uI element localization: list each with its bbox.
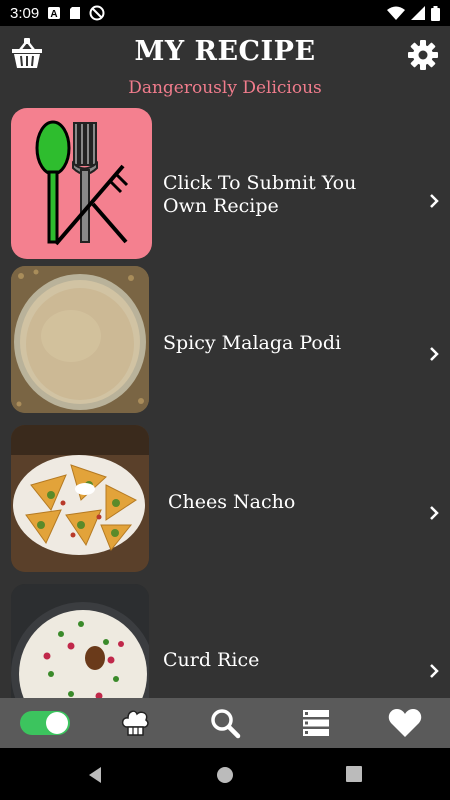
- recipe-label: Chees Nacho: [168, 491, 296, 513]
- cell-signal-icon: [411, 6, 425, 20]
- list-icon: [303, 710, 329, 736]
- gear-icon: [408, 40, 438, 70]
- chevron-right-icon: [430, 347, 439, 361]
- bottom-nav: [0, 698, 450, 748]
- recipe-item[interactable]: Spicy Malaga Podi: [0, 266, 450, 418]
- recipe-label: Click To Submit You Own Recipe: [163, 172, 357, 217]
- settings-button[interactable]: [406, 38, 440, 72]
- recipe-label: Spicy Malaga Podi: [163, 332, 342, 354]
- recipe-thumb: [11, 108, 152, 259]
- recipe-list[interactable]: Click To Submit You Own Recipe Spicy Mal…: [0, 104, 450, 698]
- search-icon: [211, 709, 241, 739]
- app-header: MY RECIPE Dangerously Delicious: [0, 26, 450, 104]
- status-bar: 3:09 A: [0, 0, 450, 26]
- sd-card-icon: [69, 6, 81, 20]
- text-notification-icon: A: [47, 6, 61, 20]
- app-title: MY RECIPE: [134, 36, 316, 67]
- svg-text:A: A: [51, 9, 58, 20]
- no-sync-icon: [89, 5, 105, 21]
- chevron-right-icon: [430, 506, 439, 520]
- recipe-item[interactable]: Curd Rice: [0, 584, 450, 698]
- back-icon[interactable]: [86, 766, 104, 784]
- recipe-item-submit[interactable]: Click To Submit You Own Recipe: [0, 108, 450, 260]
- app-subtitle: Dangerously Delicious: [128, 78, 322, 98]
- podi-powder-image: [11, 266, 149, 413]
- battery-icon: [431, 5, 440, 21]
- chef-hat-button[interactable]: [115, 698, 155, 748]
- utensils-icon: [35, 120, 129, 246]
- list-button[interactable]: [296, 698, 336, 748]
- toggle-switch[interactable]: [18, 698, 72, 748]
- status-time: 3:09: [10, 4, 40, 22]
- favorites-button[interactable]: [384, 698, 426, 748]
- chevron-right-icon: [430, 664, 439, 678]
- system-nav-bar: [0, 748, 450, 800]
- home-icon[interactable]: [216, 766, 234, 784]
- search-button[interactable]: [205, 698, 245, 748]
- recipe-item[interactable]: Chees Nacho: [0, 425, 450, 577]
- curd-rice-image: [11, 584, 149, 698]
- chef-hat-icon: [121, 710, 149, 736]
- recipe-label: Curd Rice: [163, 649, 260, 671]
- chevron-right-icon: [430, 194, 439, 208]
- nacho-plate-image: [11, 425, 149, 572]
- wifi-icon: [387, 6, 405, 20]
- recents-icon[interactable]: [346, 766, 362, 782]
- heart-icon: [388, 709, 422, 737]
